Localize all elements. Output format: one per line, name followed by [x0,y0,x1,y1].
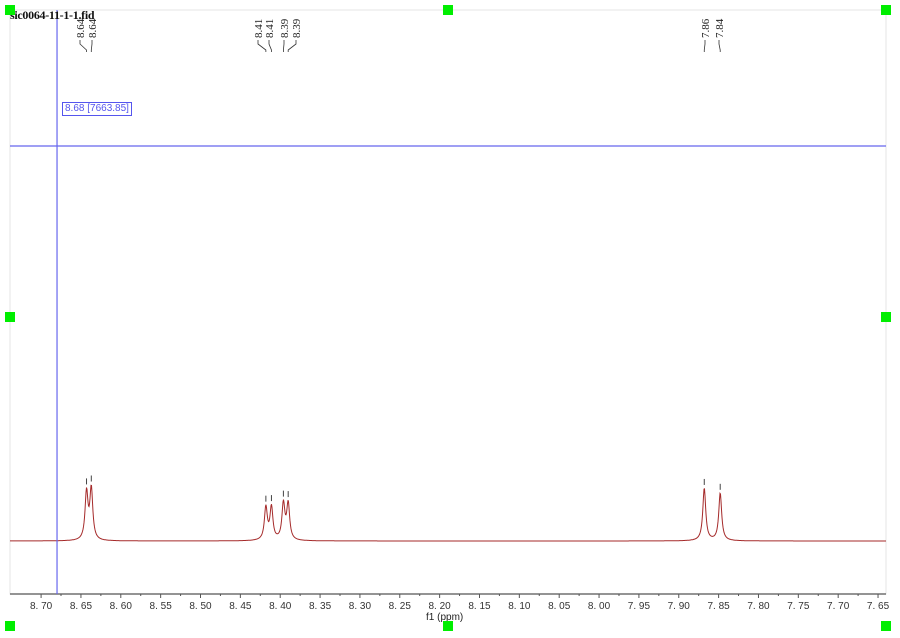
x-tick-label: 7. 65 [867,601,890,612]
resize-handle-bottom-right[interactable] [881,621,891,631]
x-tick-label: 7. 80 [747,601,770,612]
x-tick-label: 8. 00 [588,601,611,612]
spectrum-line [10,484,886,542]
peak-label-connector [718,40,721,52]
x-tick-label: 8. 40 [269,601,292,612]
cursor-readout: 8.68 [7663.85] [62,102,132,116]
x-tick-label: 8. 50 [189,601,212,612]
resize-handle-top[interactable] [443,5,453,15]
resize-handle-bottom-left[interactable] [5,621,15,631]
peak-label-connector [268,40,272,52]
spectrum-plot[interactable]: 8.64 8.64 8.41 8.41 8.39 8.39 7.86 7.848. 70 8. … [0,0,900,638]
resize-handle-top-left[interactable] [5,5,15,15]
resize-handle-left[interactable] [5,312,15,322]
x-tick-label: 8. 45 [229,601,252,612]
peak-label-connector [283,40,285,52]
peak-label-connector [703,40,706,52]
peak-label-connector [79,40,87,52]
peak-label-connector [90,40,93,52]
peak-label: 8.39 [279,18,291,38]
x-tick-label: 8. 60 [110,601,133,612]
x-tick-label: 8. 25 [389,601,412,612]
nmr-spectrum-view[interactable]: 8.64 8.64 8.41 8.41 8.39 8.39 7.86 7.84 8. 70 8. … [0,0,900,638]
peak-label: 7.86 [700,18,712,38]
resize-handle-bottom[interactable] [443,621,453,631]
x-tick-label: 7. 95 [628,601,651,612]
peak-label-connector [257,40,267,52]
x-tick-label: 7. 70 [827,601,850,612]
x-tick-label: 8. 10 [508,601,531,612]
resize-handle-top-right[interactable] [881,5,891,15]
resize-handle-right[interactable] [881,312,891,322]
x-tick-label: 7. 75 [787,601,810,612]
peak-label-connector [287,40,297,52]
x-tick-label: 7. 90 [668,601,691,612]
x-tick-label: 7. 85 [707,601,730,612]
x-tick-label: 8. 20 [429,601,452,612]
peak-label: 8.39 [291,18,303,38]
x-tick-label: 8. 65 [70,601,93,612]
x-tick-label: 8. 30 [349,601,372,612]
x-tick-label: 8. 05 [548,601,571,612]
x-tick-label: 8. 15 [468,601,491,612]
spectrum-title: sic0064-11-1-1.fid [10,8,95,22]
peak-label: 7.84 [714,18,726,38]
plot-frame [9,9,887,595]
x-tick-label: 8. 70 [30,601,53,612]
x-tick-label: 8. 55 [150,601,173,612]
peak-label: 8.41 [264,19,276,38]
x-tick-label: 8. 35 [309,601,332,612]
